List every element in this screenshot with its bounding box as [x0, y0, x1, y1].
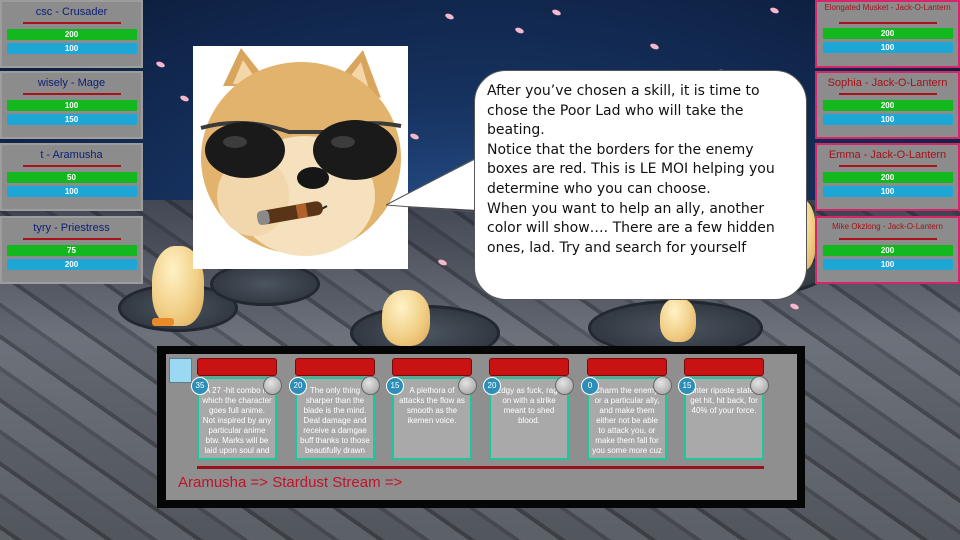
hp-bar: 100 [6, 100, 137, 111]
name-divider [22, 165, 121, 167]
skill-select-orb[interactable] [263, 376, 282, 395]
unit-name: Emma - Jack-O-Lantern [828, 149, 947, 161]
unit-name: Elongated Musket - Jack-O-Lantern [824, 3, 951, 12]
skill-cost-badge: 20 [483, 377, 501, 395]
skill-cost-badge: 15 [678, 377, 696, 395]
enemy-panel-mike-okzlong[interactable]: Mike Okzlong - Jack-O-Lantern 200 100 [815, 216, 960, 284]
mp-bar: 100 [6, 186, 137, 197]
skill-header[interactable] [295, 358, 375, 376]
name-divider [838, 165, 937, 167]
mp-bar: 100 [822, 114, 953, 125]
name-divider [22, 93, 121, 95]
ally-panel-mage[interactable]: wisely - Mage 100 150 [0, 71, 143, 139]
narrator-portrait [193, 46, 408, 269]
skill-header[interactable] [489, 358, 569, 376]
name-divider [838, 93, 937, 95]
hp-bar: 200 [6, 29, 137, 40]
skill-select-orb[interactable] [458, 376, 477, 395]
skill-card-3[interactable]: A plethora of attacks the flow as smooth… [386, 358, 477, 460]
skill-header[interactable] [197, 358, 277, 376]
mp-bar: 150 [6, 114, 137, 125]
skill-card-6[interactable]: Enter riposte state - get hit, hit back,… [678, 358, 769, 460]
mp-bar: 100 [822, 42, 953, 53]
skill-select-orb[interactable] [653, 376, 672, 395]
unit-name: t - Aramusha [40, 149, 103, 161]
skill-cost-badge: 35 [191, 377, 209, 395]
ally-panel-aramusha[interactable]: t - Aramusha 50 100 [0, 143, 143, 211]
ally-panel-crusader[interactable]: csc - Crusader 200 100 [0, 0, 143, 68]
skill-select-orb[interactable] [750, 376, 769, 395]
skill-panel-divider [197, 466, 764, 469]
unit-name: Sophia - Jack-O-Lantern [827, 77, 948, 89]
hp-bar: 200 [822, 245, 953, 256]
hp-bar: 75 [6, 245, 137, 256]
skill-card-5[interactable]: Charm the enemy, or a particular ally, a… [581, 358, 672, 460]
unit-name: wisely - Mage [37, 77, 106, 89]
skill-cost-badge: 15 [386, 377, 404, 395]
ally-panel-priestress[interactable]: tyry - Priestress 75 200 [0, 216, 143, 284]
skill-card-4[interactable]: Edgy as fuck, rage on with a strike mean… [483, 358, 574, 460]
skill-card-1[interactable]: A 27 -hit combo in which the character g… [191, 358, 282, 460]
character-skill-icon[interactable] [169, 358, 192, 383]
hp-bar: 200 [822, 28, 953, 39]
name-divider [838, 22, 937, 24]
name-divider [22, 22, 121, 24]
skill-select-orb[interactable] [555, 376, 574, 395]
mp-bar: 100 [6, 43, 137, 54]
enemy-panel-sophia[interactable]: Sophia - Jack-O-Lantern 200 100 [815, 71, 960, 139]
skill-header[interactable] [587, 358, 667, 376]
doge-sunglasses-icon [200, 48, 402, 256]
selection-chain: Aramusha => Stardust Stream => [178, 474, 403, 491]
mp-bar: 200 [6, 259, 137, 270]
skill-cost-badge: 20 [289, 377, 307, 395]
skill-select-orb[interactable] [361, 376, 380, 395]
mp-bar: 100 [822, 259, 953, 270]
speech-bubble-tail [386, 157, 478, 213]
hp-bar: 200 [822, 172, 953, 183]
enemy-panel-emma[interactable]: Emma - Jack-O-Lantern 200 100 [815, 143, 960, 211]
skill-header[interactable] [684, 358, 764, 376]
skill-cost-badge: 0 [581, 377, 599, 395]
skill-card-2[interactable]: The only thing sharper than the blade is… [289, 358, 380, 460]
name-divider [838, 238, 937, 240]
name-divider [22, 238, 121, 240]
hp-bar: 50 [6, 172, 137, 183]
unit-name: csc - Crusader [35, 6, 108, 18]
speech-line: When you want to help an ally, another c… [487, 200, 775, 256]
skill-header[interactable] [392, 358, 472, 376]
speech-line: After you’ve chosen a skill, it is time … [487, 83, 760, 139]
unit-name: tyry - Priestress [33, 222, 110, 234]
enemy-panel-elongated-musket[interactable]: Elongated Musket - Jack-O-Lantern 200 10… [815, 0, 960, 68]
mp-bar: 100 [822, 186, 953, 197]
hp-bar: 200 [822, 100, 953, 111]
narrator-speech-bubble: After you’ve chosen a skill, it is time … [474, 70, 807, 300]
ally-character-sprite[interactable] [376, 278, 434, 346]
speech-line: Notice that the borders for the enemy bo… [487, 141, 775, 197]
unit-name: Mike Okzlong - Jack-O-Lantern [832, 222, 943, 231]
